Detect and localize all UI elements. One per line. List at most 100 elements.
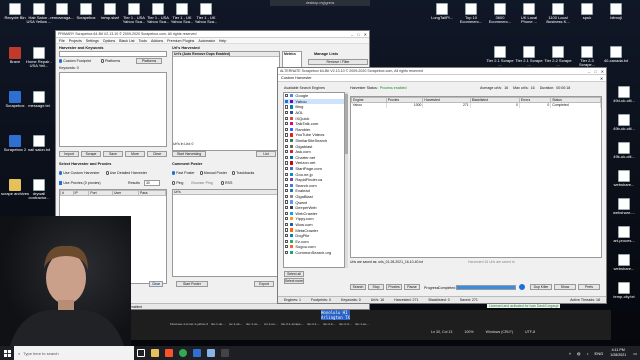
custom-footprint-radio[interactable]: Custom Footprint [59, 59, 91, 63]
menu-item[interactable]: Projects [69, 39, 82, 43]
proxies-clear-button[interactable]: Clear [149, 281, 163, 287]
taskbar-thumb[interactable]: tier-2-1-... [307, 322, 320, 326]
keyword-save-button[interactable]: Save [103, 151, 123, 157]
taskbar-thumb[interactable]: tier-1-uk-... [211, 322, 226, 326]
taskbar-thumb[interactable]: Final-seo-1-tx-tier-1-yahoo-2-url-and-s.… [170, 322, 208, 326]
desktop-icon[interactable]: Tier 2.1 Scrape ... [515, 46, 543, 68]
menu-item[interactable]: Premium Plugins [167, 39, 194, 43]
desktop-icon[interactable]: 1100 Local Business K... [544, 3, 572, 25]
engine-checkbox[interactable] [285, 250, 289, 255]
harvester-prefs-button[interactable]: Prefs [578, 284, 600, 290]
engine-checkbox[interactable] [285, 105, 289, 109]
engine-checkbox[interactable] [285, 116, 289, 120]
close-icon[interactable]: ✕ [601, 69, 604, 74]
terminal-icon[interactable] [218, 346, 232, 360]
start-harvesting-button[interactable]: Start Harvesting [172, 151, 206, 157]
engine-checkbox[interactable] [285, 206, 289, 210]
maximize-icon[interactable]: □ [594, 69, 596, 74]
proxy-column-header[interactable]: IP [72, 190, 90, 196]
desktop-icon[interactable]: Home Repair - USA Yell... [25, 47, 53, 69]
engines-scrollbar[interactable] [345, 92, 348, 268]
engine-checkbox[interactable] [285, 200, 289, 204]
results-input[interactable]: 30 [144, 180, 160, 186]
taskbar-thumb[interactable]: tier-1-us-... [246, 322, 261, 326]
menu-item[interactable]: Options [103, 39, 115, 43]
engine-checkbox[interactable] [285, 234, 289, 238]
proxy-column-header[interactable]: Pass [138, 190, 166, 196]
engine-checkbox[interactable] [285, 239, 289, 243]
engine-checkbox[interactable] [285, 217, 289, 221]
menu-item[interactable]: File [59, 39, 65, 43]
use-custom-harvester-radio[interactable]: Use Custom Harvester [59, 171, 100, 175]
keyword-import-button[interactable]: Import [59, 151, 79, 157]
engine-item[interactable]: CommonSearch.org [284, 250, 344, 256]
keyword-scrape-button[interactable]: Scrape [81, 151, 101, 157]
poster-urls-list[interactable]: Url's [172, 189, 280, 277]
engine-checkbox[interactable] [285, 150, 289, 154]
harvester-proxies-button[interactable]: Proxies [386, 284, 402, 290]
desktop-icon[interactable]: 40-canada.txt [602, 46, 630, 63]
engine-checkbox[interactable] [285, 161, 289, 165]
subwindow-close-icon[interactable]: ✕ [600, 76, 603, 81]
volume-icon[interactable]: ♪ [584, 351, 592, 356]
harvester-search-button[interactable]: Search [350, 284, 366, 290]
engine-checkbox[interactable] [285, 138, 289, 143]
proxy-column-header[interactable]: User [111, 190, 140, 196]
engine-checkbox[interactable] [285, 127, 289, 131]
taskbar-search-input[interactable]: ⌕ Type here to search [14, 346, 134, 360]
windows-start-icon[interactable] [0, 346, 14, 360]
taskbar-thumb[interactable]: tier-2-2-... [323, 322, 336, 326]
close-icon[interactable]: ✕ [364, 32, 367, 37]
trackbacks-radio[interactable]: Trackbacks [231, 171, 254, 175]
desktop-icon[interactable]: 49d-uk-citi... [610, 86, 638, 103]
start-poster-button[interactable]: Start Poster [176, 281, 208, 287]
main-titlebar[interactable]: PRIMARY Scrapebox 64-Bit V2.13.10 © 2009… [56, 31, 369, 38]
taskbar-thumb[interactable]: tier-2-3-... [339, 322, 352, 326]
desktop-icon[interactable]: 3600 Ecommerc... [486, 3, 514, 25]
remove-filter-button[interactable]: Remove / Filter [308, 59, 368, 65]
menu-item[interactable]: Help [219, 39, 226, 43]
desktop-icon[interactable]: bitmoji [602, 3, 630, 20]
engine-checkbox[interactable] [285, 94, 289, 98]
maximize-icon[interactable]: □ [357, 32, 359, 37]
menu-item[interactable]: Black List [119, 39, 134, 43]
desktop-icon[interactable]: message.txt [25, 91, 53, 108]
tray-chevron-icon[interactable]: ˄ [566, 351, 574, 356]
taskbar-thumb[interactable]: tier-1-su-... [355, 322, 370, 326]
desktop-icon[interactable]: temp-city.txt [610, 282, 638, 299]
harvester-show-button[interactable]: Show [554, 284, 576, 290]
rss-radio[interactable]: RSS [220, 181, 232, 185]
chrome-icon[interactable] [176, 346, 190, 360]
ping-radio[interactable]: Ping [172, 181, 183, 185]
engine-checkbox[interactable] [285, 211, 289, 215]
desktop-icon[interactable]: webshare... [610, 254, 638, 271]
keyword-more-button[interactable]: More [125, 151, 145, 157]
engine-checkbox[interactable] [285, 245, 289, 249]
urls-list[interactable]: Url's (Auto Remove Dups Enabled) [172, 51, 280, 151]
select-all-button[interactable]: Select all [284, 271, 304, 277]
minimize-icon[interactable]: – [351, 32, 353, 37]
keywords-textarea[interactable] [59, 72, 167, 147]
engine-checkbox[interactable] [285, 228, 289, 232]
desktop-icon[interactable]: webshare-... [610, 198, 638, 215]
browser-ping-combo[interactable]: Browser Ping [191, 181, 212, 185]
desktop-icon[interactable]: art-proces... [610, 226, 638, 243]
taskbar-thumb[interactable]: tier-1-us-... [264, 322, 279, 326]
scrapebox-taskbar-icon[interactable] [190, 346, 204, 360]
manual-poster-radio[interactable]: Manual Poster [199, 171, 227, 175]
desktop-icon[interactable]: drywall contractor... [25, 179, 53, 201]
platforms-radio[interactable]: Platforms [100, 59, 120, 63]
desktop-icon[interactable]: UK Local Phone ... [515, 3, 543, 25]
harvester-pause-button[interactable]: Pause [404, 284, 420, 290]
harvester-titlebar[interactable]: ALTERNATE Scrapebox 64-Bit V2.13.10 © 20… [278, 68, 606, 75]
desktop-icon[interactable]: Tier 2.3 Scrape... [573, 46, 601, 68]
engine-checkbox[interactable] [285, 189, 289, 193]
engine-checkbox[interactable] [285, 99, 289, 103]
harvester-results-table[interactable]: Engine Proxies Harvested Blacklisted Errors S… [350, 96, 602, 258]
list-button[interactable]: List [256, 151, 276, 157]
minimize-icon[interactable]: – [588, 69, 590, 74]
engine-checkbox[interactable] [285, 172, 289, 176]
search-engines-list[interactable]: Google Yahoo Bing AOL IXQuick TalkTalk.com Ram… [283, 92, 345, 268]
export-button[interactable]: Export [254, 281, 274, 287]
language-indicator[interactable]: ENG [592, 351, 607, 356]
